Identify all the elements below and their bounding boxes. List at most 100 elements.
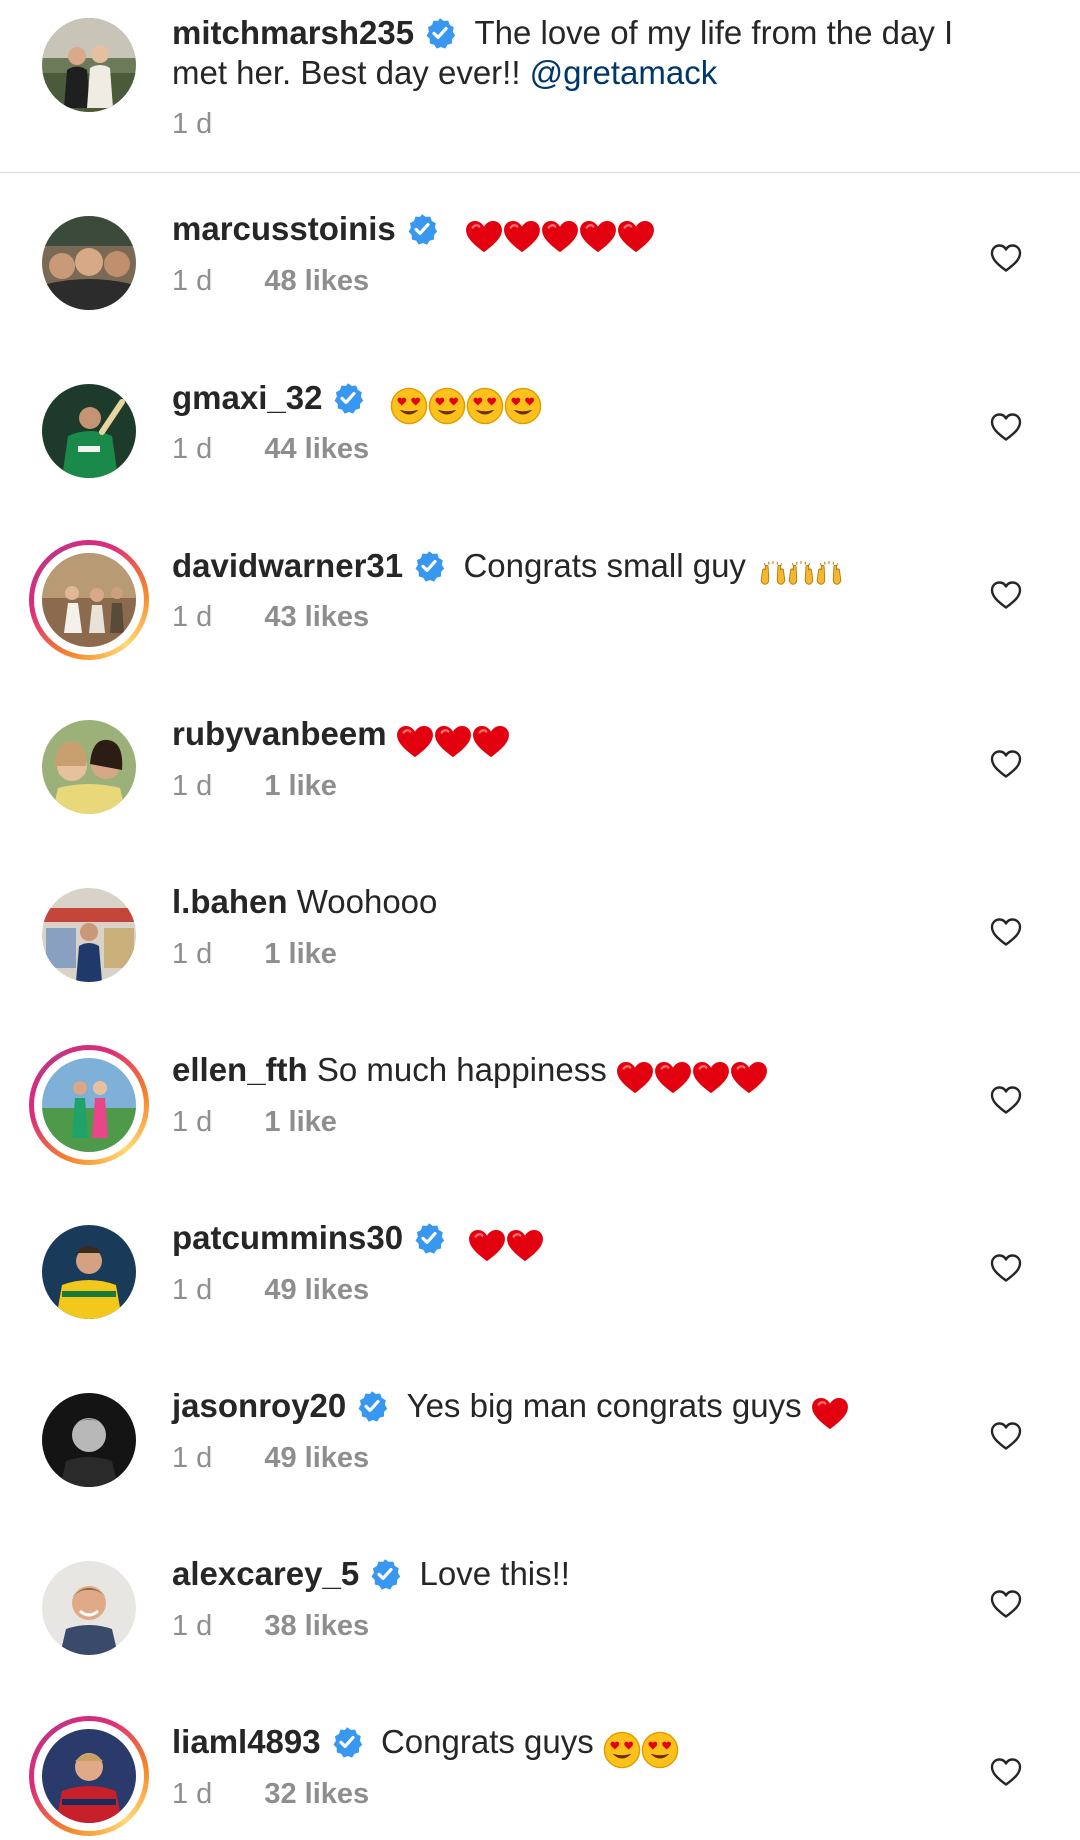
- avatar[interactable]: [42, 1561, 136, 1655]
- comment-text: Love this!!: [419, 1555, 570, 1592]
- comment-time: 1 d: [172, 1274, 213, 1306]
- comment-text: Woohooo: [296, 883, 438, 920]
- like-heart-icon[interactable]: [990, 412, 1022, 442]
- comment-emoji: [465, 215, 655, 255]
- comment-text: Congrats guys: [380, 1723, 594, 1760]
- comment-emoji: [616, 1056, 768, 1096]
- like-heart-icon[interactable]: [990, 1085, 1022, 1115]
- avatar[interactable]: [42, 1225, 136, 1319]
- avatar-photo: [42, 384, 136, 478]
- heart-eyes-emoji: [466, 387, 504, 425]
- comment-time: 1 d: [172, 1778, 213, 1810]
- heart-eyes-emoji: [428, 387, 466, 425]
- comment-likes[interactable]: 1 like: [264, 1106, 337, 1138]
- comment-username[interactable]: alexcarey_5: [172, 1555, 359, 1592]
- story-ring[interactable]: [29, 1716, 149, 1836]
- caption-meta: 1 d: [172, 107, 212, 141]
- red-heart-emoji: [468, 1229, 506, 1263]
- red-heart-emoji: [396, 725, 434, 759]
- like-heart-icon[interactable]: [990, 1421, 1022, 1451]
- comment-meta: 1 d 49 likes: [172, 1273, 369, 1307]
- story-ring-gap: [34, 1721, 144, 1831]
- red-heart-emoji: [472, 725, 510, 759]
- red-heart-emoji: [692, 1061, 730, 1095]
- comment-likes[interactable]: 32 likes: [264, 1778, 369, 1810]
- comment-likes[interactable]: 48 likes: [264, 265, 369, 297]
- comment-likes[interactable]: 44 likes: [264, 433, 369, 465]
- comment-likes[interactable]: 49 likes: [264, 1442, 369, 1474]
- avatar-photo: [42, 720, 136, 814]
- comment-username[interactable]: marcusstoinis: [172, 210, 396, 247]
- comment-username[interactable]: liaml4893: [172, 1723, 321, 1760]
- verified-badge-icon: [356, 1390, 388, 1422]
- red-heart-emoji: [616, 1061, 654, 1095]
- avatar[interactable]: [42, 384, 136, 478]
- comment-likes[interactable]: 38 likes: [264, 1610, 369, 1642]
- comment-username[interactable]: davidwarner31: [172, 547, 403, 584]
- comment-meta: 1 d 32 likes: [172, 1777, 369, 1811]
- comment-username[interactable]: jasonroy20: [172, 1387, 346, 1424]
- comment-emoji: [390, 384, 542, 425]
- comment-emoji: [468, 1224, 544, 1264]
- comment-username[interactable]: l.bahen: [172, 883, 288, 920]
- red-heart-emoji: [465, 220, 503, 254]
- verified-badge-icon: [331, 1726, 363, 1758]
- comment-likes[interactable]: 1 like: [264, 938, 337, 970]
- avatar[interactable]: [42, 720, 136, 814]
- avatar[interactable]: [42, 216, 136, 310]
- comment-emoji: [396, 720, 510, 760]
- comment-time: 1 d: [172, 938, 213, 970]
- like-heart-icon[interactable]: [990, 1757, 1022, 1787]
- story-ring[interactable]: [29, 540, 149, 660]
- avatar-photo: [42, 1058, 136, 1152]
- avatar-photo: [42, 1393, 136, 1487]
- avatar: [42, 1729, 136, 1823]
- avatar[interactable]: [42, 1393, 136, 1487]
- comment-text: Yes big man congrats guys: [406, 1387, 802, 1424]
- comment-meta: 1 d 43 likes: [172, 600, 369, 634]
- comment-username[interactable]: gmaxi_32: [172, 379, 322, 416]
- story-ring-gap: [34, 1050, 144, 1160]
- avatar: [42, 1058, 136, 1152]
- verified-badge-icon: [406, 213, 438, 245]
- like-heart-icon[interactable]: [990, 243, 1022, 273]
- raising-hands-emoji: [787, 559, 815, 589]
- story-ring[interactable]: [29, 1045, 149, 1165]
- comment-meta: 1 d 38 likes: [172, 1609, 369, 1643]
- comment-line: rubyvanbeem: [172, 714, 510, 760]
- comment-time: 1 d: [172, 770, 213, 802]
- like-heart-icon[interactable]: [990, 1253, 1022, 1283]
- caption-mention[interactable]: @gretamack: [530, 54, 718, 91]
- red-heart-emoji: [654, 1061, 692, 1095]
- comment-username[interactable]: patcummins30: [172, 1219, 403, 1256]
- avatar[interactable]: [42, 18, 136, 112]
- comment-line: l.bahen Woohooo: [172, 882, 437, 922]
- red-heart-emoji: [617, 220, 655, 254]
- comment-likes[interactable]: 43 likes: [264, 601, 369, 633]
- comment-time: 1 d: [172, 433, 213, 465]
- comment-username[interactable]: ellen_fth: [172, 1051, 308, 1088]
- verified-badge-icon: [332, 382, 364, 414]
- like-heart-icon[interactable]: [990, 580, 1022, 610]
- comment-meta: 1 d 1 like: [172, 937, 337, 971]
- caption-username[interactable]: mitchmarsh235: [172, 14, 414, 51]
- comment-line: davidwarner31 Congrats small guy: [172, 546, 843, 592]
- comment-text: Congrats small guy: [463, 547, 746, 584]
- like-heart-icon[interactable]: [990, 917, 1022, 947]
- comment-emoji: [759, 552, 843, 592]
- verified-badge-icon: [369, 1558, 401, 1590]
- red-heart-emoji: [434, 725, 472, 759]
- like-heart-icon[interactable]: [990, 1589, 1022, 1619]
- comment-likes[interactable]: 49 likes: [264, 1274, 369, 1306]
- avatar[interactable]: [42, 888, 136, 982]
- comment-time: 1 d: [172, 601, 213, 633]
- heart-eyes-emoji: [641, 1731, 679, 1769]
- comment-likes[interactable]: 1 like: [264, 770, 337, 802]
- verified-badge-icon: [413, 550, 445, 582]
- caption-text-2: met her. Best day ever!!: [172, 54, 530, 91]
- comment-line: liaml4893 Congrats guys: [172, 1722, 679, 1769]
- comment-line: patcummins30: [172, 1218, 544, 1264]
- comment-emoji: [603, 1728, 679, 1769]
- comment-username[interactable]: rubyvanbeem: [172, 715, 387, 752]
- like-heart-icon[interactable]: [990, 749, 1022, 779]
